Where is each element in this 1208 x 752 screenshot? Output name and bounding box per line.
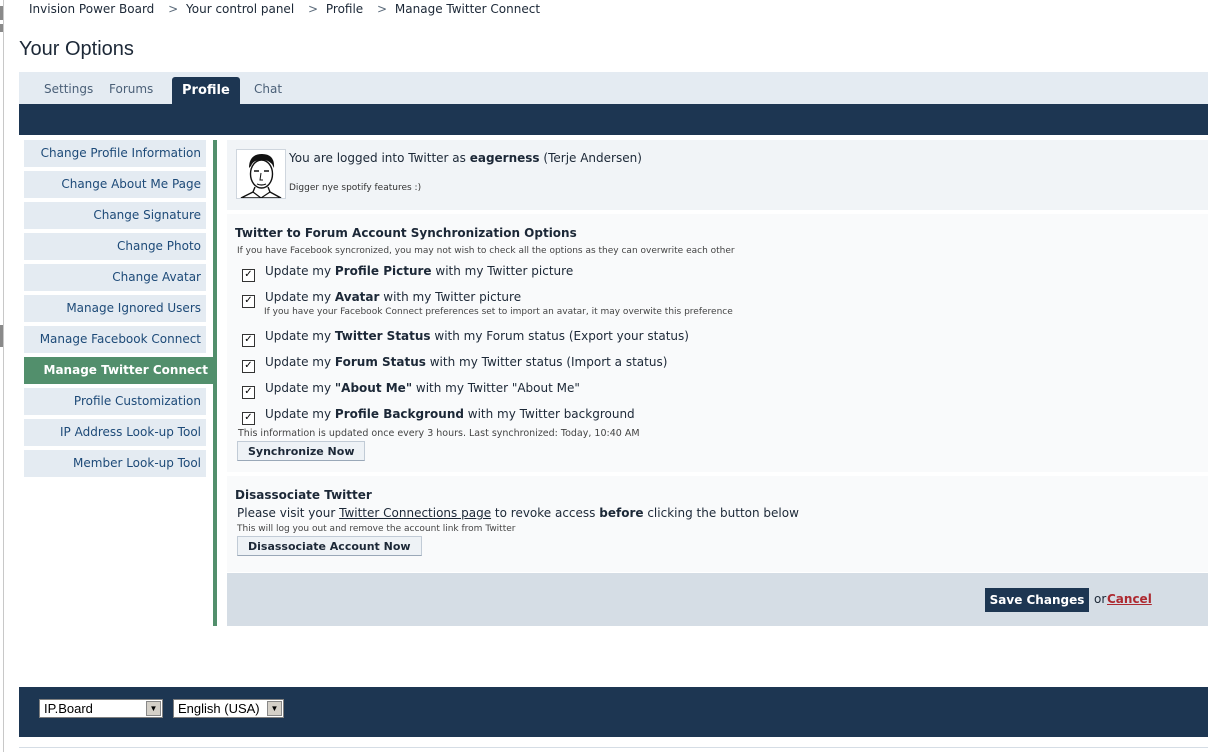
page-title: Your Options [19, 38, 134, 60]
option-label: Update my [265, 407, 332, 421]
form-actions: Save Changes or Cancel [227, 573, 1208, 626]
sidebar-item-profile-customization[interactable]: Profile Customization [24, 388, 206, 415]
window-edge-mark [0, 6, 3, 20]
footer-bar: IP.Board ▼ English (USA) ▼ [19, 687, 1208, 737]
option-label: with my Twitter status (Import a status) [429, 355, 668, 369]
instruction-text: to revoke access [494, 506, 596, 520]
window-edge-mark [0, 325, 3, 347]
sync-option-about-me[interactable]: ✓ Update my "About Me" with my Twitter "A… [242, 381, 580, 399]
sidebar-divider [213, 140, 217, 626]
sidebar-item-ip-lookup[interactable]: IP Address Look-up Tool [24, 419, 206, 446]
tab-bar: Settings Forums Profile Chat [19, 72, 1208, 104]
option-label-bold: "About Me" [334, 381, 413, 395]
checkbox-checked-icon[interactable]: ✓ [242, 295, 255, 308]
option-label-bold: Avatar [334, 290, 380, 304]
option-label: Update my [265, 264, 332, 278]
save-changes-button[interactable]: Save Changes [985, 588, 1089, 612]
sidebar-item-manage-facebook-connect[interactable]: Manage Facebook Connect [24, 326, 206, 353]
twitter-account-panel: You are logged into Twitter as eagerness… [227, 140, 1208, 210]
sync-option-avatar-note: If you have your Facebook Connect prefer… [264, 307, 733, 317]
tab-forums[interactable]: Forums [109, 82, 153, 96]
skin-select[interactable]: IP.Board ▼ [39, 699, 163, 718]
checkbox-checked-icon[interactable]: ✓ [242, 412, 255, 425]
twitter-username: eagerness [469, 151, 540, 165]
sync-option-avatar[interactable]: ✓ Update my Avatar with my Twitter pictur… [242, 290, 522, 308]
checkbox-checked-icon[interactable]: ✓ [242, 386, 255, 399]
option-label-bold: Forum Status [334, 355, 426, 369]
twitter-login-prefix: You are logged into Twitter as [289, 151, 466, 165]
synchronize-now-button[interactable]: Synchronize Now [237, 441, 366, 461]
option-label: with my Twitter "About Me" [415, 381, 580, 395]
tab-settings[interactable]: Settings [44, 82, 93, 96]
option-label-bold: Twitter Status [334, 329, 431, 343]
option-label: with my Twitter picture [435, 264, 574, 278]
disassociate-account-button[interactable]: Disassociate Account Now [237, 536, 422, 556]
disassociate-instructions: Please visit your Twitter Connections pa… [237, 506, 799, 520]
disassociate-note: This will log you out and remove the acc… [237, 524, 516, 534]
breadcrumb-item-profile[interactable]: Profile [326, 2, 363, 16]
window-left-edge [0, 0, 4, 752]
breadcrumb-separator: > [168, 2, 179, 16]
option-label: with my Twitter background [467, 407, 635, 421]
disassociate-panel: Disassociate Twitter Please visit your T… [227, 476, 1208, 572]
sidebar-item-manage-ignored-users[interactable]: Manage Ignored Users [24, 295, 206, 322]
sidebar-item-manage-twitter-connect[interactable]: Manage Twitter Connect [24, 357, 214, 384]
option-label: with my Twitter picture [383, 290, 522, 304]
sync-info: This information is updated once every 3… [238, 428, 640, 439]
sidebar-item-change-photo[interactable]: Change Photo [24, 233, 206, 260]
sync-options-title: Twitter to Forum Account Synchronization… [235, 226, 577, 240]
instruction-text-bold: before [599, 506, 644, 520]
instruction-text: clicking the button below [647, 506, 799, 520]
or-text: or [1094, 592, 1107, 606]
checkbox-checked-icon[interactable]: ✓ [242, 360, 255, 373]
tab-chat[interactable]: Chat [254, 82, 282, 96]
checkbox-checked-icon[interactable]: ✓ [242, 334, 255, 347]
avatar [236, 149, 286, 199]
twitter-bio: Digger nye spotify features :) [289, 183, 422, 193]
language-select[interactable]: English (USA) ▼ [173, 699, 284, 718]
sync-option-forum-status[interactable]: ✓ Update my Forum Status with my Twitter … [242, 355, 668, 373]
option-label: with my Forum status (Export your status… [434, 329, 689, 343]
sync-option-profile-picture[interactable]: ✓ Update my Profile Picture with my Twitt… [242, 264, 574, 282]
option-label-bold: Profile Background [334, 407, 464, 421]
option-label: Update my [265, 355, 332, 369]
sub-nav-bar [19, 104, 1208, 135]
breadcrumb-item-board[interactable]: Invision Power Board [29, 2, 154, 16]
twitter-connections-link[interactable]: Twitter Connections page [339, 506, 491, 520]
option-label-bold: Profile Picture [334, 264, 432, 278]
breadcrumb-separator: > [377, 2, 388, 16]
breadcrumb: Invision Power Board > Your control pane… [29, 2, 550, 16]
breadcrumb-separator: > [307, 2, 319, 16]
disassociate-title: Disassociate Twitter [235, 488, 372, 502]
option-label: Update my [265, 329, 332, 343]
sync-options-panel: Twitter to Forum Account Synchronization… [227, 214, 1208, 472]
checkbox-checked-icon[interactable]: ✓ [242, 269, 255, 282]
sync-option-twitter-status[interactable]: ✓ Update my Twitter Status with my Forum … [242, 329, 689, 347]
sync-options-description: If you have Facebook syncronized, you ma… [237, 246, 735, 256]
tab-profile[interactable]: Profile [172, 77, 240, 104]
cancel-link[interactable]: Cancel [1107, 592, 1152, 606]
option-label: Update my [265, 290, 332, 304]
dropdown-arrow-icon[interactable]: ▼ [146, 701, 161, 716]
window-edge-mark [0, 24, 3, 32]
sync-option-profile-background[interactable]: ✓ Update my Profile Background with my Tw… [242, 407, 635, 425]
breadcrumb-item-current[interactable]: Manage Twitter Connect [395, 2, 540, 16]
dropdown-arrow-icon[interactable]: ▼ [267, 701, 282, 716]
skin-select-value: IP.Board [44, 701, 93, 716]
sidebar-item-change-signature[interactable]: Change Signature [24, 202, 206, 229]
language-select-value: English (USA) [178, 701, 260, 716]
avatar-sketch-icon [237, 150, 285, 198]
twitter-realname: (Terje Andersen) [543, 151, 642, 165]
option-label: Update my [265, 381, 332, 395]
sidebar-item-change-about-me[interactable]: Change About Me Page [24, 171, 206, 198]
footer-divider [19, 747, 1208, 748]
breadcrumb-item-control-panel[interactable]: Your control panel [186, 2, 294, 16]
instruction-text: Please visit your [237, 506, 336, 520]
twitter-login-status: You are logged into Twitter as eagerness… [289, 151, 642, 165]
sidebar-item-change-profile-information[interactable]: Change Profile Information [24, 140, 206, 167]
sidebar-item-change-avatar[interactable]: Change Avatar [24, 264, 206, 291]
sidebar-item-member-lookup[interactable]: Member Look-up Tool [24, 450, 206, 477]
